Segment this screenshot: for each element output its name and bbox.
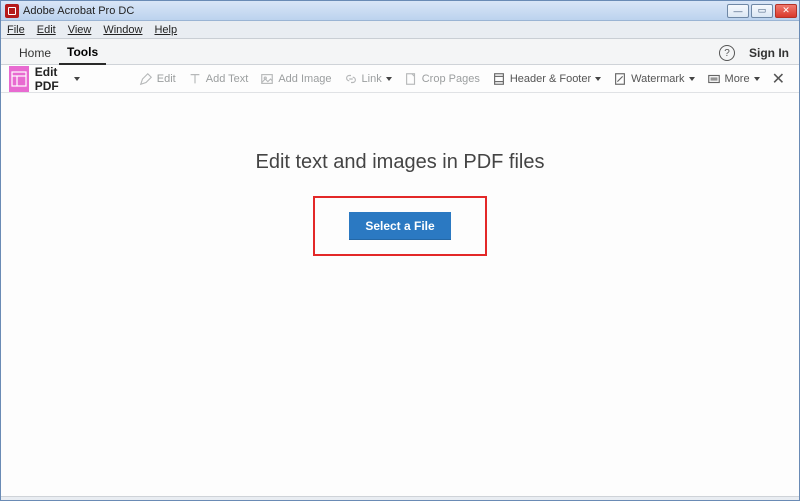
tabbar: Home Tools ? Sign In	[1, 39, 799, 65]
tool-name-dropdown[interactable]: Edit PDF	[35, 65, 80, 93]
watermark-label: Watermark	[631, 73, 684, 85]
add-image-label: Add Image	[278, 73, 331, 85]
edit-icon	[139, 72, 153, 86]
caret-down-icon	[386, 77, 392, 81]
close-button[interactable]: ✕	[775, 4, 797, 18]
titlebar: Adobe Acrobat Pro DC — ▭ ✕	[1, 1, 799, 21]
menu-view[interactable]: View	[68, 24, 92, 36]
edit-label: Edit	[157, 73, 176, 85]
image-icon	[260, 72, 274, 86]
headline: Edit text and images in PDF files	[255, 151, 544, 174]
menu-window[interactable]: Window	[103, 24, 142, 36]
text-icon	[188, 72, 202, 86]
add-text-button[interactable]: Add Text	[182, 72, 255, 86]
more-icon	[707, 72, 721, 86]
edit-pdf-icon	[9, 66, 29, 92]
app-window: Adobe Acrobat Pro DC — ▭ ✕ File Edit Vie…	[0, 0, 800, 501]
watermark-button[interactable]: Watermark	[607, 72, 700, 86]
close-tool-button[interactable]: ✕	[766, 69, 791, 89]
content-area: Edit text and images in PDF files Select…	[1, 93, 799, 496]
select-file-button[interactable]: Select a File	[349, 212, 450, 240]
annotation-highlight: Select a File	[313, 196, 486, 256]
menu-file[interactable]: File	[7, 24, 25, 36]
more-label: More	[725, 73, 750, 85]
more-button[interactable]: More	[701, 72, 766, 86]
app-icon	[5, 4, 19, 18]
caret-down-icon	[74, 77, 80, 81]
caret-down-icon	[595, 77, 601, 81]
header-footer-icon	[492, 72, 506, 86]
link-button[interactable]: Link	[338, 72, 398, 86]
window-title: Adobe Acrobat Pro DC	[23, 5, 727, 17]
link-icon	[344, 72, 358, 86]
crop-label: Crop Pages	[422, 73, 480, 85]
crop-icon	[404, 72, 418, 86]
help-icon[interactable]: ?	[719, 45, 735, 61]
header-footer-button[interactable]: Header & Footer	[486, 72, 607, 86]
menu-help[interactable]: Help	[154, 24, 177, 36]
add-text-label: Add Text	[206, 73, 249, 85]
sign-in-link[interactable]: Sign In	[749, 46, 789, 60]
caret-down-icon	[754, 77, 760, 81]
link-label: Link	[362, 73, 382, 85]
crop-pages-button[interactable]: Crop Pages	[398, 72, 486, 86]
menubar: File Edit View Window Help	[1, 21, 799, 39]
tab-home[interactable]: Home	[11, 41, 59, 64]
tab-tools[interactable]: Tools	[59, 40, 106, 65]
caret-down-icon	[689, 77, 695, 81]
edit-button[interactable]: Edit	[133, 72, 182, 86]
maximize-button[interactable]: ▭	[751, 4, 773, 18]
header-footer-label: Header & Footer	[510, 73, 591, 85]
minimize-button[interactable]: —	[727, 4, 749, 18]
watermark-icon	[613, 72, 627, 86]
statusbar	[1, 496, 799, 500]
menu-edit[interactable]: Edit	[37, 24, 56, 36]
edit-pdf-toolbar: Edit PDF Edit Add Text Add Image Link Cr…	[1, 65, 799, 93]
add-image-button[interactable]: Add Image	[254, 72, 337, 86]
window-controls: — ▭ ✕	[727, 4, 797, 18]
tool-name-label: Edit PDF	[35, 65, 71, 93]
